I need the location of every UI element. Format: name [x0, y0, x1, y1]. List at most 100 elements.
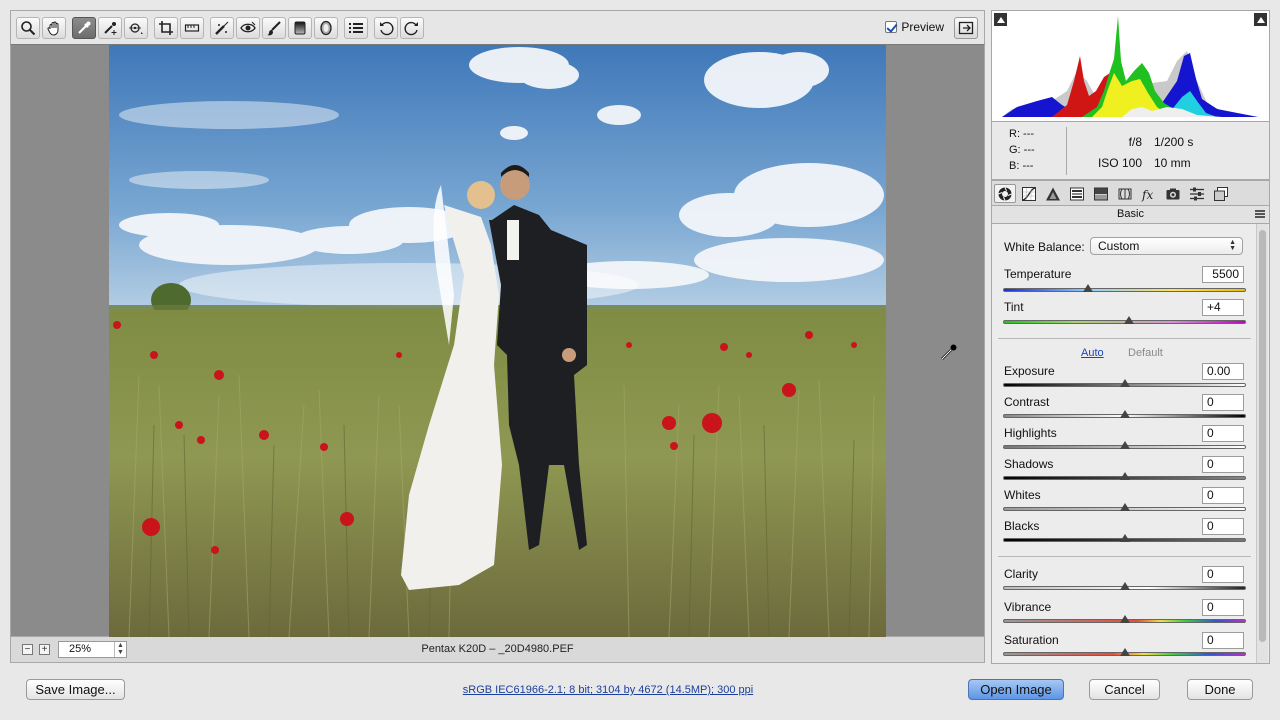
blacks-slider-thumb[interactable]: [1119, 534, 1130, 542]
tint-slider-thumb[interactable]: [1124, 316, 1135, 324]
color-sampler-tool-button[interactable]: [98, 17, 122, 39]
straighten-icon: [184, 24, 200, 32]
eyedropper-icon: [78, 21, 91, 34]
temperature-input[interactable]: 5500: [1202, 266, 1244, 283]
rotate-right-button[interactable]: [400, 17, 424, 39]
toolbar: Preview: [10, 10, 985, 44]
targeted-adjustment-tool-button[interactable]: [124, 17, 148, 39]
tab-tone-curve[interactable]: [1018, 184, 1040, 203]
shadows-label: Shadows: [1004, 457, 1054, 471]
shadows-input[interactable]: 0: [1202, 456, 1244, 473]
preview-toggle[interactable]: Preview: [885, 20, 944, 34]
vibrance-input[interactable]: 0: [1202, 599, 1244, 616]
saturation-input[interactable]: 0: [1202, 632, 1244, 649]
focal-length-value: 10 mm: [1154, 156, 1191, 170]
tone-curve-icon: [1022, 186, 1036, 201]
white-balance-select[interactable]: Custom ▲ ▼: [1090, 237, 1243, 255]
saturation-slider-thumb[interactable]: [1119, 648, 1130, 656]
tab-hsl[interactable]: [1066, 184, 1088, 203]
saturation-label: Saturation: [1004, 633, 1059, 647]
default-button[interactable]: Default: [1128, 347, 1163, 359]
exposure-slider-thumb[interactable]: [1119, 379, 1130, 387]
done-button[interactable]: Done: [1187, 679, 1253, 700]
rotate-left-button[interactable]: [374, 17, 398, 39]
photo-preview[interactable]: [109, 45, 886, 637]
divider: [998, 556, 1251, 557]
tab-presets[interactable]: [1186, 184, 1208, 203]
highlights-slider-thumb[interactable]: [1119, 441, 1130, 449]
tab-snapshots[interactable]: [1210, 184, 1232, 203]
lens-icon: [1118, 188, 1132, 199]
fullscreen-button[interactable]: [954, 17, 978, 39]
rotate-cw-icon: [404, 21, 418, 36]
tab-camera-calibration[interactable]: [1162, 184, 1184, 203]
vibrance-label: Vibrance: [1004, 600, 1052, 614]
shadows-slider-thumb[interactable]: [1119, 472, 1130, 480]
tab-basic[interactable]: [994, 184, 1016, 203]
spot-removal-tool-button[interactable]: [210, 17, 234, 39]
vibrance-slider-thumb[interactable]: [1119, 615, 1130, 623]
tint-input[interactable]: +4: [1202, 299, 1244, 316]
presets-sliders-icon: [1190, 187, 1204, 200]
hand-tool-button[interactable]: [42, 17, 66, 39]
basic-panel: White Balance: Custom ▲ ▼ Temperature 550…: [991, 224, 1270, 664]
histogram-graph: [1002, 16, 1258, 117]
list-icon: [349, 23, 363, 33]
snapshots-icon: [1214, 186, 1228, 201]
adjustment-brush-tool-button[interactable]: [262, 17, 286, 39]
hand-icon: [47, 21, 59, 36]
graduated-filter-tool-button[interactable]: [288, 17, 312, 39]
target-adjust-icon: [129, 23, 143, 34]
shadow-clipping-warning-icon[interactable]: [994, 13, 1007, 26]
blacks-input[interactable]: 0: [1202, 518, 1244, 535]
svg-text:fx: fx: [1141, 188, 1153, 202]
crop-tool-button[interactable]: [154, 17, 178, 39]
contrast-slider-thumb[interactable]: [1119, 410, 1130, 418]
whites-input[interactable]: 0: [1202, 487, 1244, 504]
whites-slider-thumb[interactable]: [1119, 503, 1130, 511]
file-name-label: Pentax K20D – _20D4980.PEF: [421, 643, 574, 655]
panel-menu-icon[interactable]: [1255, 210, 1265, 218]
zoom-tool-button[interactable]: [16, 17, 40, 39]
temperature-slider-thumb[interactable]: [1083, 284, 1094, 292]
exposure-label: Exposure: [1004, 364, 1055, 378]
red-eye-tool-button[interactable]: [236, 17, 260, 39]
image-preview-area[interactable]: [10, 44, 985, 637]
panel-scrollbar[interactable]: [1256, 224, 1268, 663]
open-image-button[interactable]: Open Image: [968, 679, 1064, 700]
crop-icon: [159, 21, 173, 35]
spot-removal-icon: [215, 21, 229, 35]
radial-filter-tool-button[interactable]: [314, 17, 338, 39]
color-sampler-icon: [104, 22, 117, 35]
tab-lens-corrections[interactable]: [1114, 184, 1136, 203]
preview-checkbox[interactable]: [885, 21, 898, 33]
temperature-slider[interactable]: [1003, 288, 1246, 292]
radial-filter-icon: [320, 20, 332, 36]
tab-effects[interactable]: fx: [1138, 184, 1160, 203]
preview-label: Preview: [901, 20, 944, 34]
highlight-clipping-warning-icon[interactable]: [1254, 13, 1267, 26]
r-readout: R: ---: [1009, 128, 1035, 140]
clarity-input[interactable]: 0: [1202, 566, 1244, 583]
highlights-label: Highlights: [1004, 426, 1057, 440]
cancel-button[interactable]: Cancel: [1089, 679, 1160, 700]
white-balance-label: White Balance:: [1004, 240, 1085, 254]
histogram: [991, 10, 1270, 122]
tab-detail[interactable]: [1042, 184, 1064, 203]
tab-split-toning[interactable]: [1090, 184, 1112, 203]
camera-info: f/8 1/200 s ISO 100 10 mm: [1096, 132, 1193, 174]
white-balance-tool-button[interactable]: [72, 17, 96, 39]
highlights-input[interactable]: 0: [1202, 425, 1244, 442]
straighten-tool-button[interactable]: [180, 17, 204, 39]
preferences-button[interactable]: [344, 17, 368, 39]
exposure-input[interactable]: 0.00: [1202, 363, 1244, 380]
auto-button[interactable]: Auto: [1081, 347, 1104, 359]
sample-info-panel: R: --- G: --- B: --- f/8 1/200 s ISO 100 1…: [991, 122, 1270, 180]
eyedropper-cursor-icon: [941, 344, 957, 360]
scrollbar-thumb[interactable]: [1259, 230, 1266, 642]
iso-value: ISO 100: [1097, 156, 1142, 170]
clarity-slider-thumb[interactable]: [1119, 582, 1130, 590]
brush-icon: [267, 21, 281, 36]
info-divider: [1066, 127, 1067, 175]
contrast-input[interactable]: 0: [1202, 394, 1244, 411]
